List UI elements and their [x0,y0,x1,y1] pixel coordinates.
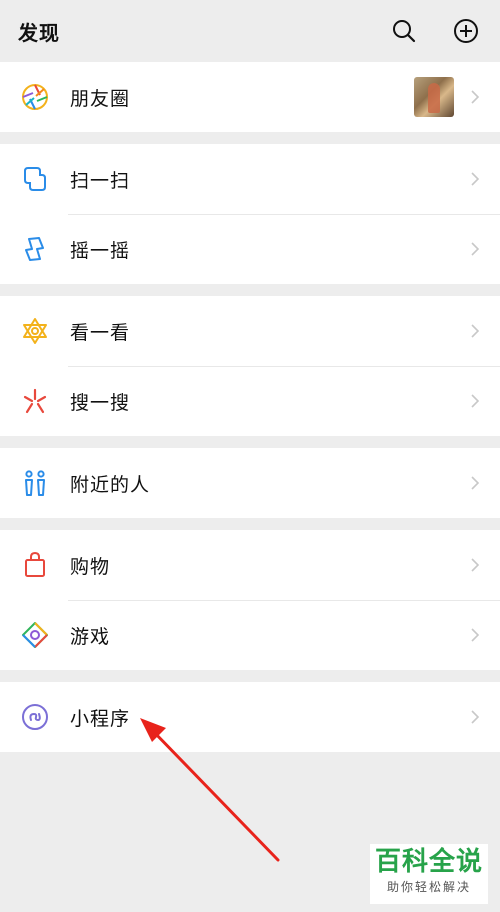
menu-item-label: 购物 [70,555,111,578]
chevron-right-icon [460,550,490,580]
chevron-right-icon [460,620,490,650]
menu-item-label: 搜一搜 [70,391,131,414]
menu-item-shopping[interactable]: 购物 [0,530,500,600]
plus-circle-icon[interactable] [452,17,480,45]
group-shop-games: 购物 游戏 [0,530,500,670]
search-sparkle-icon [20,386,50,416]
menu-item-people-nearby[interactable]: 附近的人 [0,448,500,518]
chevron-right-icon [460,386,490,416]
page-title: 发现 [18,20,60,45]
chevron-right-icon [460,164,490,194]
menu-item-label: 小程序 [70,707,131,730]
menu-item-label: 扫一扫 [70,169,131,192]
menu-item-label: 游戏 [70,625,111,648]
scan-icon [20,164,50,194]
top-bar: 发现 [0,0,500,62]
menu-item-label: 朋友圈 [70,87,131,110]
people-nearby-icon [20,468,50,498]
group-moments: 朋友圈 [0,62,500,132]
menu-item-moments[interactable]: 朋友圈 [0,62,500,132]
top-stories-icon [20,316,50,346]
header-actions [390,17,482,45]
menu-item-games[interactable]: 游戏 [0,600,500,670]
chevron-right-icon [460,316,490,346]
menu-item-label: 看一看 [70,321,131,344]
menu-item-search[interactable]: 搜一搜 [0,366,500,436]
moments-aperture-icon [20,82,50,112]
menu-item-label: 摇一摇 [70,239,131,262]
menu-item-scan[interactable]: 扫一扫 [0,144,500,214]
watermark-logo: 百科全说 助你轻松解决 [370,844,488,904]
watermark-subtitle: 助你轻松解决 [386,880,471,894]
watermark-title: 百科全说 [374,847,483,877]
chevron-right-icon [460,702,490,732]
menu-item-top-stories[interactable]: 看一看 [0,296,500,366]
moments-thumbnail [414,77,454,117]
chevron-right-icon [460,234,490,264]
shake-icon [20,234,50,264]
search-icon[interactable] [390,17,418,45]
shopping-bag-icon [20,550,50,580]
group-scan-shake: 扫一扫 摇一摇 [0,144,500,284]
mini-program-icon [20,702,50,732]
menu-item-label: 附近的人 [70,473,151,496]
chevron-right-icon [460,82,490,112]
group-mini-programs: 小程序 [0,682,500,752]
group-stories-search: 看一看 搜一搜 [0,296,500,436]
menu-item-shake[interactable]: 摇一摇 [0,214,500,284]
menu-item-mini-programs[interactable]: 小程序 [0,682,500,752]
chevron-right-icon [460,468,490,498]
group-nearby: 附近的人 [0,448,500,518]
games-icon [20,620,50,650]
